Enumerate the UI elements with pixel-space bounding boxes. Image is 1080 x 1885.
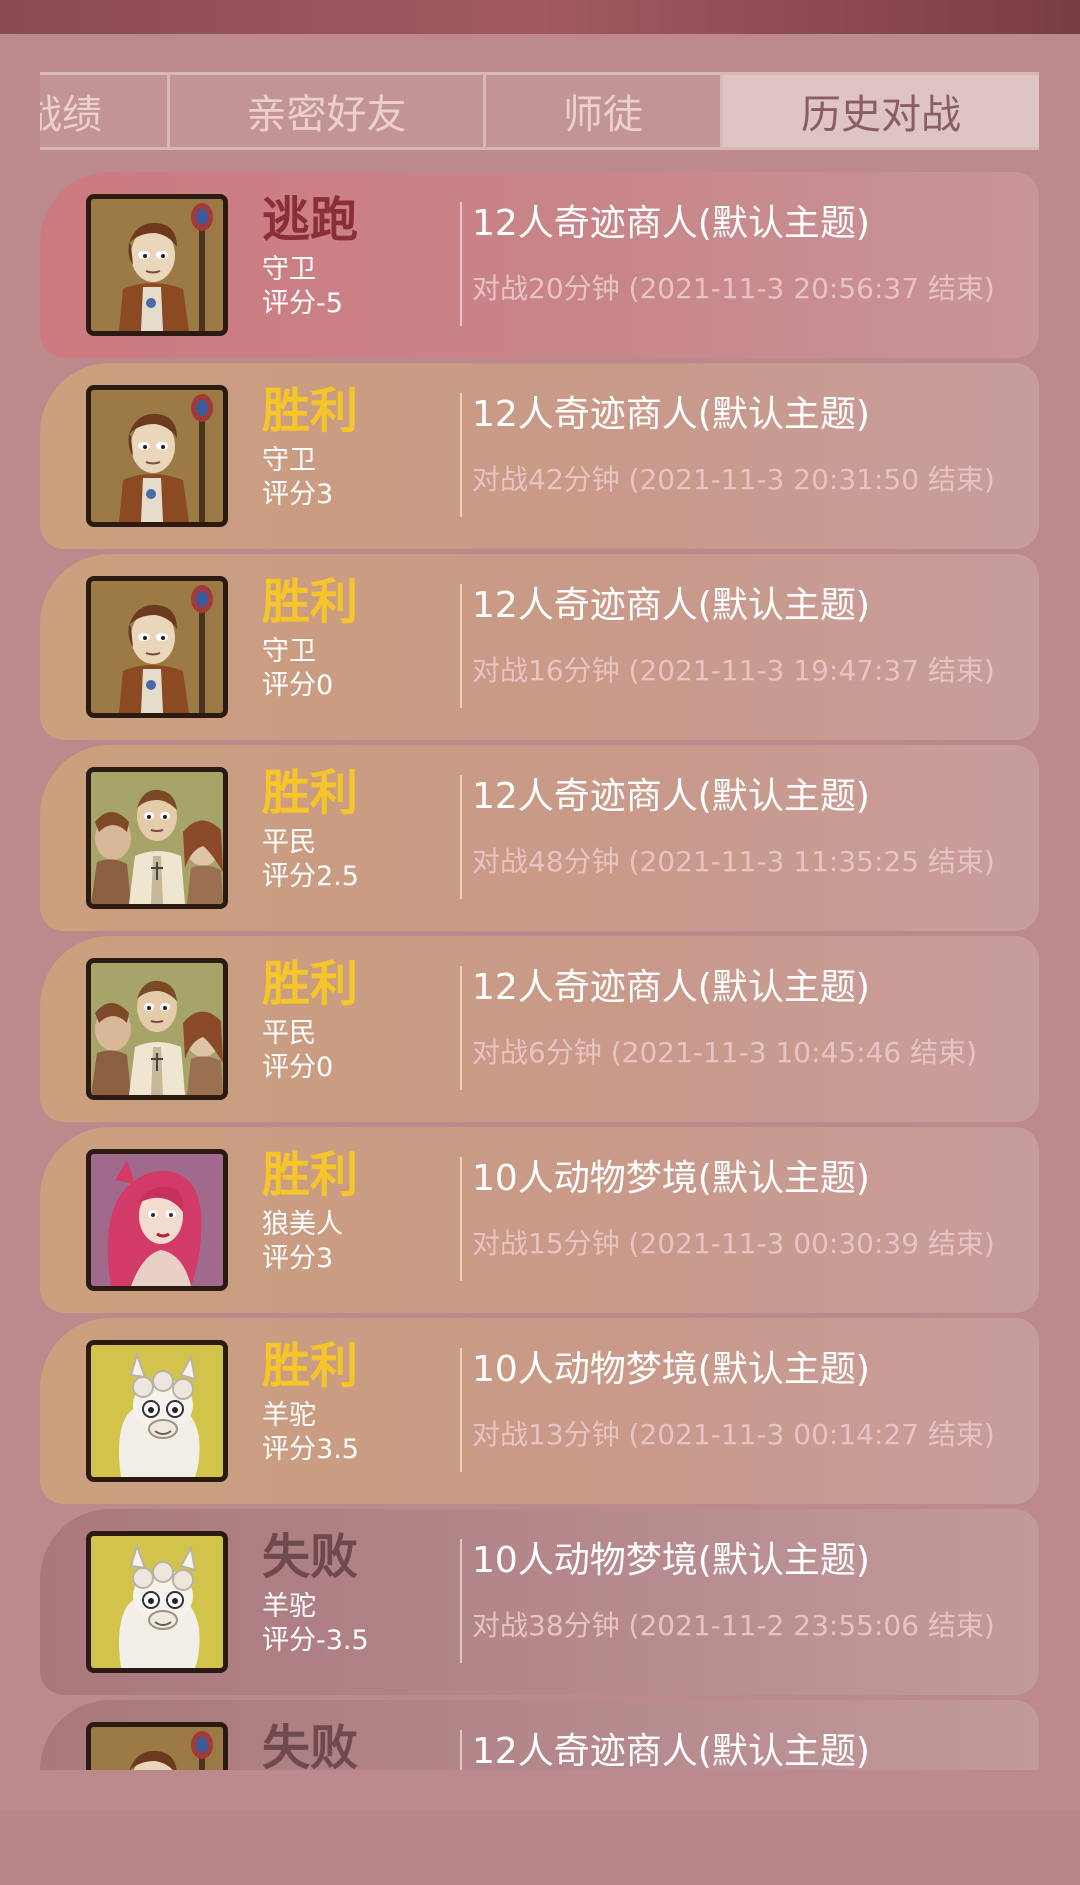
record-divider	[460, 202, 462, 326]
match-detail: 对战13分钟 (2021-11-3 00:14:27 结束)	[472, 1418, 995, 1451]
guard-portrait	[86, 576, 228, 718]
match-history-list[interactable]: 逃跑 守卫 评分-5 12人奇迹商人(默认主题) 对战20分钟 (2021-11-3 2…	[40, 172, 1039, 1770]
result-label: 胜利	[262, 383, 359, 439]
role-label: 狼美人	[262, 1209, 343, 1240]
role-label: 守卫	[262, 445, 316, 476]
role-label: 羊驼	[262, 1591, 316, 1622]
score-label: 评分3	[262, 479, 334, 510]
wolf-beauty-portrait	[86, 1149, 228, 1291]
game-mode-title: 12人奇迹商人(默认主题)	[472, 776, 870, 817]
match-record-1[interactable]: 逃跑守卫 评分-5 12人奇迹商人(默认主题) 对战20分钟 (2021-11-3 2…	[40, 172, 1039, 358]
score-label: 评分0	[262, 1052, 334, 1083]
result-label: 胜利	[262, 956, 359, 1012]
result-label: 胜利	[262, 574, 359, 630]
score-label: 评分-3.5	[262, 1625, 369, 1656]
score-label: 评分2.5	[262, 861, 359, 892]
match-record-2[interactable]: 胜利守卫 评分3 12人奇迹商人(默认主题) 对战42分钟 (2021-11-3 20…	[40, 363, 1039, 549]
record-divider	[460, 1539, 462, 1663]
record-divider	[460, 584, 462, 708]
tab-close-friends[interactable]: 亲密好友	[170, 75, 486, 147]
game-mode-title: 12人奇迹商人(默认主题)	[472, 967, 870, 1008]
result-label: 逃跑	[262, 192, 359, 248]
record-divider	[460, 1157, 462, 1281]
score-label: 评分3.5	[262, 1434, 359, 1465]
game-mode-title: 10人动物梦境(默认主题)	[472, 1349, 870, 1390]
result-label: 胜利	[262, 1147, 359, 1203]
role-label: 羊驼	[262, 1400, 316, 1431]
tab-mentorship[interactable]: 师徒	[486, 75, 723, 147]
match-detail: 对战42分钟 (2021-11-3 20:31:50 结束)	[472, 463, 995, 496]
match-record-8[interactable]: 失败羊驼 评分-3.5 10人动物梦境(默认主题) 对战38分钟 (2021-11-2…	[40, 1509, 1039, 1695]
score-label: 评分-5	[262, 288, 343, 319]
top-banner	[0, 0, 1080, 34]
role-label: 守卫	[262, 636, 316, 667]
score-label: 评分0	[262, 670, 334, 701]
record-divider	[460, 393, 462, 517]
result-label: 失败	[262, 1529, 359, 1585]
alpaca-portrait	[86, 1340, 228, 1482]
match-detail: 对战48分钟 (2021-11-3 11:35:25 结束)	[472, 845, 995, 878]
civilian-portrait	[86, 767, 228, 909]
game-mode-title: 12人奇迹商人(默认主题)	[472, 394, 870, 435]
tab-match-history[interactable]: 历史对战	[723, 75, 1039, 147]
record-divider	[460, 966, 462, 1090]
game-mode-title: 10人动物梦境(默认主题)	[472, 1540, 870, 1581]
game-mode-title: 10人动物梦境(默认主题)	[472, 1158, 870, 1199]
tab-bar: 战绩 亲密好友 师徒 历史对战	[40, 72, 1039, 150]
result-label: 胜利	[262, 1338, 359, 1394]
match-detail: 对战15分钟 (2021-11-3 00:30:39 结束)	[472, 1227, 995, 1260]
tab-record[interactable]: 战绩	[40, 75, 170, 147]
match-record-4[interactable]: 胜利平民 评分2.5 12人奇迹商人(默认主题) 对战48分钟 (2021-11-3 …	[40, 745, 1039, 931]
match-record-5[interactable]: 胜利平民 评分0 12人奇迹商人(默认主题) 对战6分钟 (2021-11-3 10:…	[40, 936, 1039, 1122]
civilian-portrait	[86, 958, 228, 1100]
record-divider	[460, 1348, 462, 1472]
result-label: 胜利	[262, 765, 359, 821]
record-divider	[460, 1730, 462, 1770]
guard-portrait	[86, 1722, 228, 1770]
alpaca-portrait	[86, 1531, 228, 1673]
record-divider	[460, 775, 462, 899]
role-label: 守卫	[262, 254, 316, 285]
game-mode-title: 12人奇迹商人(默认主题)	[472, 1731, 870, 1770]
result-label: 失败	[262, 1720, 359, 1770]
bottom-bar	[0, 1810, 1080, 1885]
match-detail: 对战16分钟 (2021-11-3 19:47:37 结束)	[472, 654, 995, 687]
role-label: 平民	[262, 827, 316, 858]
match-record-7[interactable]: 胜利羊驼 评分3.5 10人动物梦境(默认主题) 对战13分钟 (2021-11-3 …	[40, 1318, 1039, 1504]
score-label: 评分3	[262, 1243, 334, 1274]
guard-portrait	[86, 385, 228, 527]
match-detail: 对战20分钟 (2021-11-3 20:56:37 结束)	[472, 272, 995, 305]
match-record-3[interactable]: 胜利守卫 评分0 12人奇迹商人(默认主题) 对战16分钟 (2021-11-3 19…	[40, 554, 1039, 740]
game-mode-title: 12人奇迹商人(默认主题)	[472, 203, 870, 244]
role-label: 平民	[262, 1018, 316, 1049]
match-record-6[interactable]: 胜利狼美人 评分3 10人动物梦境(默认主题) 对战15分钟 (2021-11-3 0…	[40, 1127, 1039, 1313]
match-detail: 对战6分钟 (2021-11-3 10:45:46 结束)	[472, 1036, 978, 1069]
match-detail: 对战38分钟 (2021-11-2 23:55:06 结束)	[472, 1609, 995, 1642]
game-mode-title: 12人奇迹商人(默认主题)	[472, 585, 870, 626]
guard-portrait	[86, 194, 228, 336]
match-record-9[interactable]: 失败 12人奇迹商人(默认主题)	[40, 1700, 1039, 1770]
